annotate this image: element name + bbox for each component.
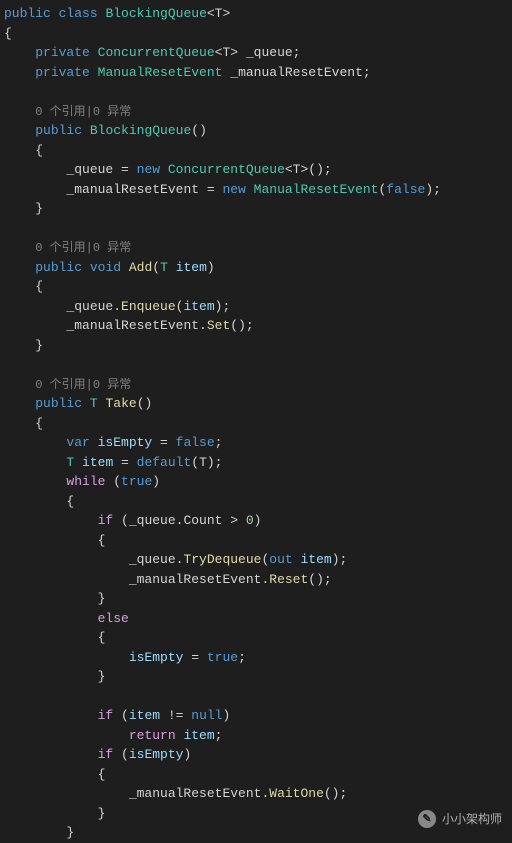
code-line: { [0,414,512,434]
code-line [0,82,512,102]
code-line: { [0,765,512,785]
code-line: if (isEmpty) [0,745,512,765]
codelens[interactable]: 0 个引用|0 异常 [0,375,512,395]
code-line: { [0,531,512,551]
codelens[interactable]: 0 个引用|0 异常 [0,238,512,258]
codelens[interactable]: 0 个引用|0 异常 [0,102,512,122]
code-line: public BlockingQueue() [0,121,512,141]
watermark-text: 小小架构师 [442,810,502,828]
pencil-icon: ✎ [418,810,436,828]
code-line: } [0,199,512,219]
code-line: _manualResetEvent.Set(); [0,316,512,336]
code-line [0,687,512,707]
code-line: _manualResetEvent = new ManualResetEvent… [0,180,512,200]
code-line [0,355,512,375]
code-line: { [0,492,512,512]
code-line: return item; [0,726,512,746]
code-line: private ManualResetEvent _manualResetEve… [0,63,512,83]
code-line: { [0,628,512,648]
code-line: } [0,667,512,687]
code-line: } [0,336,512,356]
code-editor[interactable]: public class BlockingQueue<T> { private … [0,4,512,843]
code-line: } [0,589,512,609]
code-line: { [0,277,512,297]
code-line: _manualResetEvent.Reset(); [0,570,512,590]
code-line: _queue.TryDequeue(out item); [0,550,512,570]
code-line [0,219,512,239]
code-line: var isEmpty = false; [0,433,512,453]
code-line: public class BlockingQueue<T> [0,4,512,24]
code-line: else [0,609,512,629]
code-line: public T Take() [0,394,512,414]
code-line: while (true) [0,472,512,492]
watermark: ✎ 小小架构师 [418,810,502,828]
code-line: if (_queue.Count > 0) [0,511,512,531]
code-line: _manualResetEvent.WaitOne(); [0,784,512,804]
code-line: private ConcurrentQueue<T> _queue; [0,43,512,63]
code-line: _queue = new ConcurrentQueue<T>(); [0,160,512,180]
code-line: _queue.Enqueue(item); [0,297,512,317]
code-line: { [0,141,512,161]
code-line: T item = default(T); [0,453,512,473]
code-line: if (item != null) [0,706,512,726]
code-line: public void Add(T item) [0,258,512,278]
code-line: { [0,24,512,44]
code-line: isEmpty = true; [0,648,512,668]
